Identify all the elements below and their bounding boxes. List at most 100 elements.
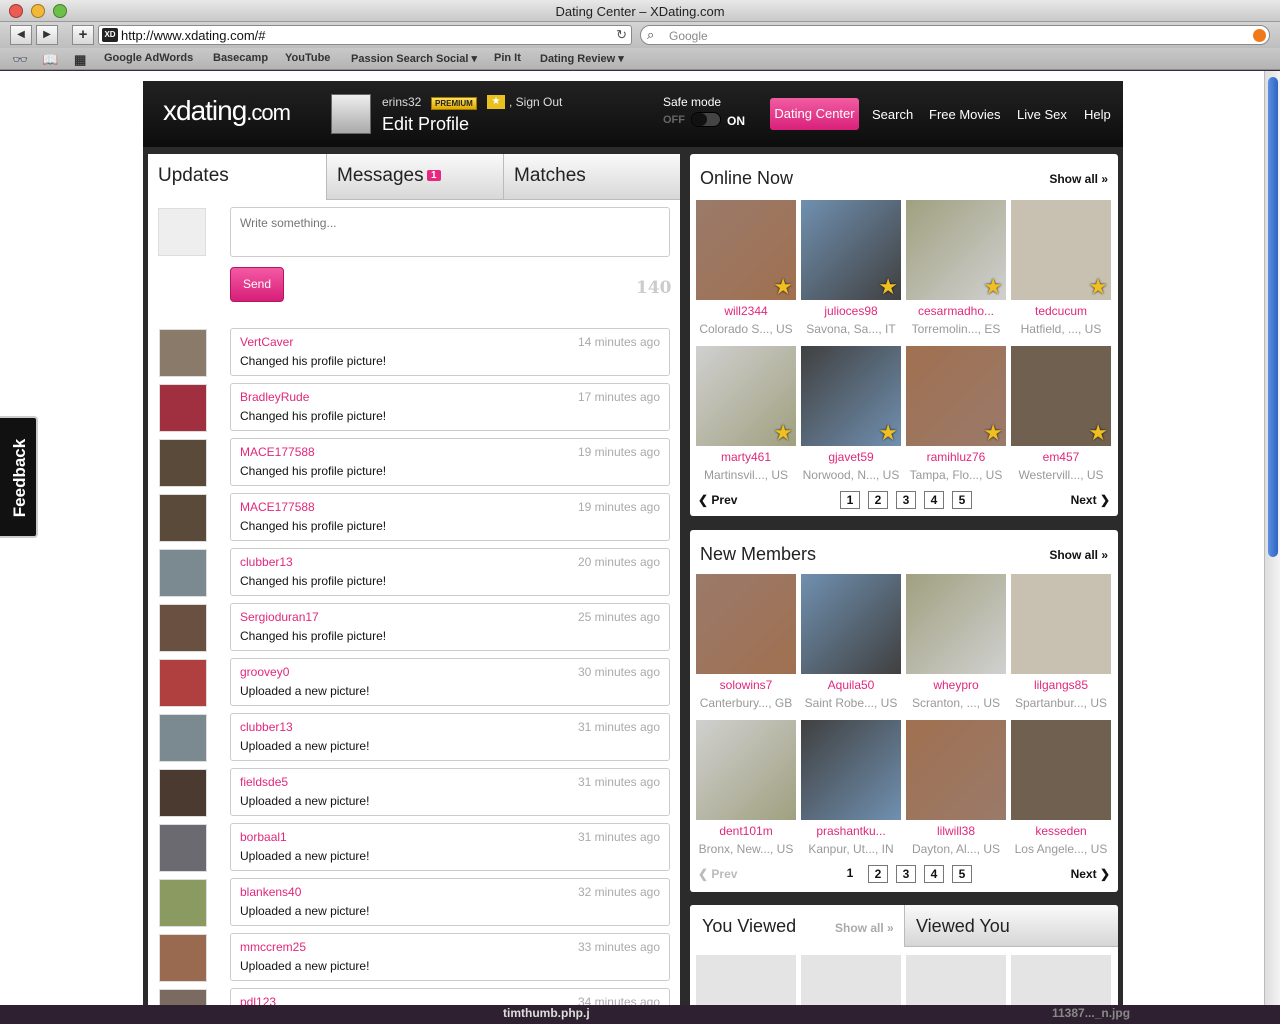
member-photo[interactable]: [801, 720, 901, 820]
member-card[interactable]: lilgangs85 Spartanbur..., US: [1011, 574, 1111, 710]
member-name[interactable]: ramihluz76: [906, 450, 1006, 464]
pager-page[interactable]: 4: [924, 491, 944, 509]
feed-username[interactable]: blankens40: [240, 885, 301, 899]
feed-avatar[interactable]: [159, 659, 207, 707]
download-item[interactable]: timthumb.php.j: [503, 1006, 590, 1020]
site-logo[interactable]: xdating.com: [163, 95, 291, 127]
feed-username[interactable]: MACE177588: [240, 445, 315, 459]
viewed-placeholder-photo[interactable]: [696, 955, 796, 1005]
feed-avatar[interactable]: [159, 549, 207, 597]
tab-updates[interactable]: Updates: [148, 154, 326, 200]
member-name[interactable]: marty461: [696, 450, 796, 464]
feed-avatar[interactable]: [159, 384, 207, 432]
member-card[interactable]: wheypro Scranton, ..., US: [906, 574, 1006, 710]
feed-username[interactable]: pdl123: [240, 995, 276, 1005]
feed-username[interactable]: MACE177588: [240, 500, 315, 514]
send-button[interactable]: Send: [230, 267, 284, 302]
nav-live-sex[interactable]: Live Sex: [1017, 107, 1067, 122]
reading-glasses-icon[interactable]: 👓: [12, 52, 28, 68]
viewed-placeholder-photo[interactable]: [801, 955, 901, 1005]
feed-avatar[interactable]: [159, 879, 207, 927]
member-card[interactable]: ★ ramihluz76 Tampa, Flo..., US: [906, 346, 1006, 482]
feedback-tab[interactable]: Feedback: [0, 416, 38, 538]
nav-dating-center[interactable]: Dating Center: [770, 98, 859, 130]
pager-page[interactable]: 2: [868, 865, 888, 883]
member-card[interactable]: prashantku... Kanpur, Ut..., IN: [801, 720, 901, 856]
member-name[interactable]: em457: [1011, 450, 1111, 464]
nav-free-movies[interactable]: Free Movies: [929, 107, 1001, 122]
reload-icon[interactable]: ↻: [616, 27, 627, 43]
bookmark-passion-search-social[interactable]: Passion Search Social ▾: [351, 52, 477, 65]
feed-avatar[interactable]: [159, 494, 207, 542]
member-card[interactable]: ★ gjavet59 Norwood, N..., US: [801, 346, 901, 482]
feed-username[interactable]: BradleyRude: [240, 390, 309, 404]
member-card[interactable]: ★ tedcucum Hatfield, ..., US: [1011, 200, 1111, 336]
member-name[interactable]: prashantku...: [801, 824, 901, 838]
search-field[interactable]: ⌕ Google: [640, 25, 1270, 45]
member-name[interactable]: tedcucum: [1011, 304, 1111, 318]
feed-username[interactable]: borbaal1: [240, 830, 287, 844]
new-members-show-all[interactable]: Show all »: [1049, 548, 1108, 562]
pager-page[interactable]: 5: [952, 865, 972, 883]
tab-matches[interactable]: Matches: [503, 154, 680, 200]
search-go-icon[interactable]: [1253, 29, 1266, 42]
member-photo[interactable]: [801, 574, 901, 674]
url-text[interactable]: http://www.xdating.com/#: [121, 28, 266, 43]
scrollbar-thumb[interactable]: [1268, 77, 1278, 557]
bookmark-google-adwords[interactable]: Google AdWords: [104, 52, 193, 64]
safe-mode-toggle[interactable]: [691, 112, 721, 127]
member-name[interactable]: cesarmadho...: [906, 304, 1006, 318]
member-name[interactable]: julioces98: [801, 304, 901, 318]
member-name[interactable]: gjavet59: [801, 450, 901, 464]
pager-page[interactable]: 2: [868, 491, 888, 509]
online-now-show-all[interactable]: Show all »: [1049, 172, 1108, 186]
member-photo[interactable]: [696, 574, 796, 674]
member-card[interactable]: ★ julioces98 Savona, Sa..., IT: [801, 200, 901, 336]
member-name[interactable]: dent101m: [696, 824, 796, 838]
feed-username[interactable]: groovey0: [240, 665, 289, 679]
member-card[interactable]: lilwill38 Dayton, Al..., US: [906, 720, 1006, 856]
feed-avatar[interactable]: [159, 824, 207, 872]
pager-next[interactable]: Next ❯: [1071, 867, 1110, 881]
book-icon[interactable]: 📖: [42, 52, 58, 68]
download-item[interactable]: 11387..._n.jpg: [1052, 1006, 1130, 1020]
member-photo[interactable]: [1011, 574, 1111, 674]
viewed-placeholder-photo[interactable]: [906, 955, 1006, 1005]
bookmark-pin-it[interactable]: Pin It: [494, 52, 521, 64]
feed-avatar[interactable]: [159, 769, 207, 817]
pager-page[interactable]: 5: [952, 491, 972, 509]
member-photo[interactable]: [906, 574, 1006, 674]
username[interactable]: erins32: [382, 95, 421, 109]
member-photo[interactable]: [1011, 720, 1111, 820]
member-card[interactable]: dent101m Bronx, New..., US: [696, 720, 796, 856]
member-photo[interactable]: [696, 720, 796, 820]
tab-messages[interactable]: Messages 1: [326, 154, 503, 200]
sign-out-link[interactable]: , Sign Out: [509, 95, 562, 109]
feed-avatar[interactable]: [159, 329, 207, 377]
grid-icon[interactable]: ▦: [74, 52, 86, 68]
feed-avatar[interactable]: [159, 934, 207, 982]
feed-username[interactable]: mmccrem25: [240, 940, 306, 954]
pager-page[interactable]: 3: [896, 491, 916, 509]
member-name[interactable]: Aquila50: [801, 678, 901, 692]
feed-avatar[interactable]: [159, 989, 207, 1005]
feed-avatar[interactable]: [159, 714, 207, 762]
member-name[interactable]: wheypro: [906, 678, 1006, 692]
nav-search[interactable]: Search: [872, 107, 913, 122]
member-name[interactable]: will2344: [696, 304, 796, 318]
member-card[interactable]: solowins7 Canterbury..., GB: [696, 574, 796, 710]
bookmark-basecamp[interactable]: Basecamp: [213, 52, 268, 64]
member-name[interactable]: kesseden: [1011, 824, 1111, 838]
feed-username[interactable]: fieldsde5: [240, 775, 288, 789]
feed-avatar[interactable]: [159, 439, 207, 487]
pager-next[interactable]: Next ❯: [1071, 493, 1110, 507]
member-name[interactable]: lilwill38: [906, 824, 1006, 838]
edit-profile-link[interactable]: Edit Profile: [382, 114, 469, 135]
viewed-placeholder-photo[interactable]: [1011, 955, 1111, 1005]
address-bar[interactable]: XD http://www.xdating.com/# ↻: [98, 25, 632, 45]
status-composer[interactable]: [230, 207, 670, 257]
nav-help[interactable]: Help: [1084, 107, 1111, 122]
member-card[interactable]: ★ em457 Westervill..., US: [1011, 346, 1111, 482]
you-viewed-show-all[interactable]: Show all »: [835, 921, 894, 935]
pager-page[interactable]: 1: [840, 491, 860, 509]
